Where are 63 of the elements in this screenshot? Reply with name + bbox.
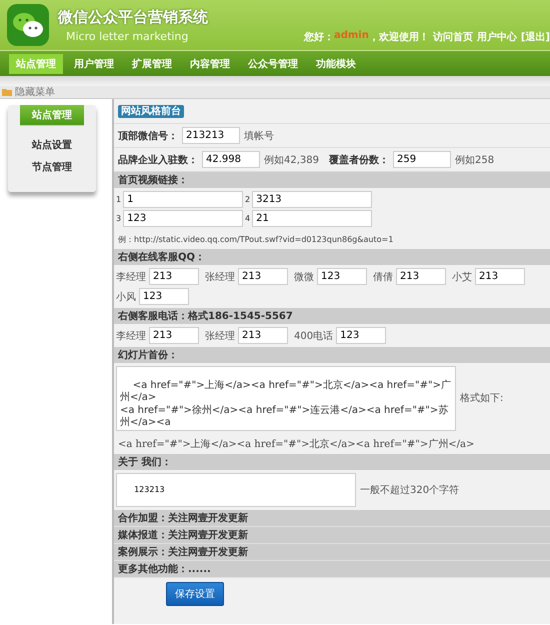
field-label: 覆盖者份数： [329, 153, 389, 166]
section-header: 右侧客服电话：格式186-1545-5567 [114, 308, 550, 324]
link-index: 2 [245, 195, 250, 204]
sidebar-item[interactable]: 节点管理 [32, 156, 72, 178]
field-label: 微微 [294, 270, 314, 284]
video-link-field[interactable]: 21 [252, 210, 372, 227]
qq-field[interactable]: 213 [396, 268, 446, 285]
link-index: 4 [245, 214, 250, 223]
field-label: 小风 [116, 290, 136, 304]
greeting-text: 您好： [304, 30, 334, 44]
qq-field[interactable]: 123 [139, 288, 189, 305]
welcome-text: ，欢迎使用！ [368, 30, 429, 44]
sidebar-item[interactable]: 站点设置 [32, 134, 72, 156]
qq-field[interactable]: 213 [475, 268, 525, 285]
video-link-field[interactable]: 123 [123, 210, 244, 227]
panel-title: 网站风格前台 [118, 105, 184, 118]
phone-field[interactable]: 213 [238, 327, 288, 344]
video-link-field[interactable]: 3213 [252, 191, 372, 208]
video-link-field[interactable]: 1 [123, 191, 244, 208]
section-header: 幻灯片首份： [114, 347, 550, 363]
format-example: <a href="#">上海</a><a href="#">北京</a><a href="#">广州</a> [117, 438, 476, 452]
field-hint: 例如42,389 [264, 154, 319, 166]
menu-toggle-link[interactable]: 隐藏菜单 [15, 85, 55, 99]
info-row: 更多其他功能：...... [114, 560, 550, 578]
field-label: 顶部微信号： [118, 130, 178, 142]
info-row: 合作加盟：关注网壹开发更新 [114, 510, 550, 526]
section-header: 关于 我们： [114, 454, 550, 470]
about-textarea[interactable]: 123213 [116, 472, 356, 506]
section-header: 首页视频链接： [114, 172, 550, 188]
link-index: 1 [116, 195, 122, 204]
format-note: 格式如下: [460, 392, 504, 406]
save-button[interactable]: 保存设置 [166, 582, 224, 606]
username: admin [334, 30, 369, 43]
field-label: 倩倩 [373, 270, 393, 284]
phone-field[interactable]: 123 [336, 327, 386, 344]
length-note: 一般不超过320个字符 [360, 484, 460, 496]
text-field[interactable]: 42.998 [202, 151, 260, 168]
text-field[interactable]: 213213 [182, 127, 240, 144]
slides-textarea[interactable]: <a href="#">上海</a><a href="#">北京</a><a href="#">广州</a> <a href="#">徐州</a><a href="#">连云港</a><a href="#">苏州</a><a [116, 366, 456, 430]
chat-bubbles-logo-icon [6, 3, 50, 47]
field-hint: 填帐号 [244, 130, 274, 142]
field-label: 张经理 [205, 270, 235, 284]
field-label: 400电话 [294, 330, 334, 342]
example-text: 例：http://static.video.qq.com/TPout.swf?vid=d0123qun86g&auto=1 [117, 234, 394, 246]
qq-field[interactable]: 123 [317, 268, 367, 285]
field-label: 李经理 [116, 270, 146, 284]
section-header: 右侧在线客服QQ： [114, 249, 550, 265]
qq-field[interactable]: 213 [238, 268, 288, 285]
field-label: 品牌企业入驻数： [118, 153, 198, 166]
sidebar-heading: 站点管理 [20, 105, 84, 126]
qq-field[interactable]: 213 [149, 268, 199, 285]
info-row: 案例展示：关注网壹开发更新 [114, 544, 550, 560]
text-field[interactable]: 259 [393, 151, 451, 168]
field-label: 李经理 [116, 330, 146, 342]
field-hint: 例如258 [455, 154, 494, 166]
field-label: 张经理 [205, 330, 235, 342]
app-subtitle: Micro letter marketing [66, 30, 190, 43]
app-title: 微信公众平台营销系统 [58, 8, 208, 27]
folder-icon [2, 88, 12, 96]
link-index: 3 [116, 214, 122, 223]
phone-field[interactable]: 213 [149, 327, 199, 344]
field-label: 小艾 [452, 270, 472, 284]
info-row: 媒体报道：关注网壹开发更新 [114, 526, 550, 544]
